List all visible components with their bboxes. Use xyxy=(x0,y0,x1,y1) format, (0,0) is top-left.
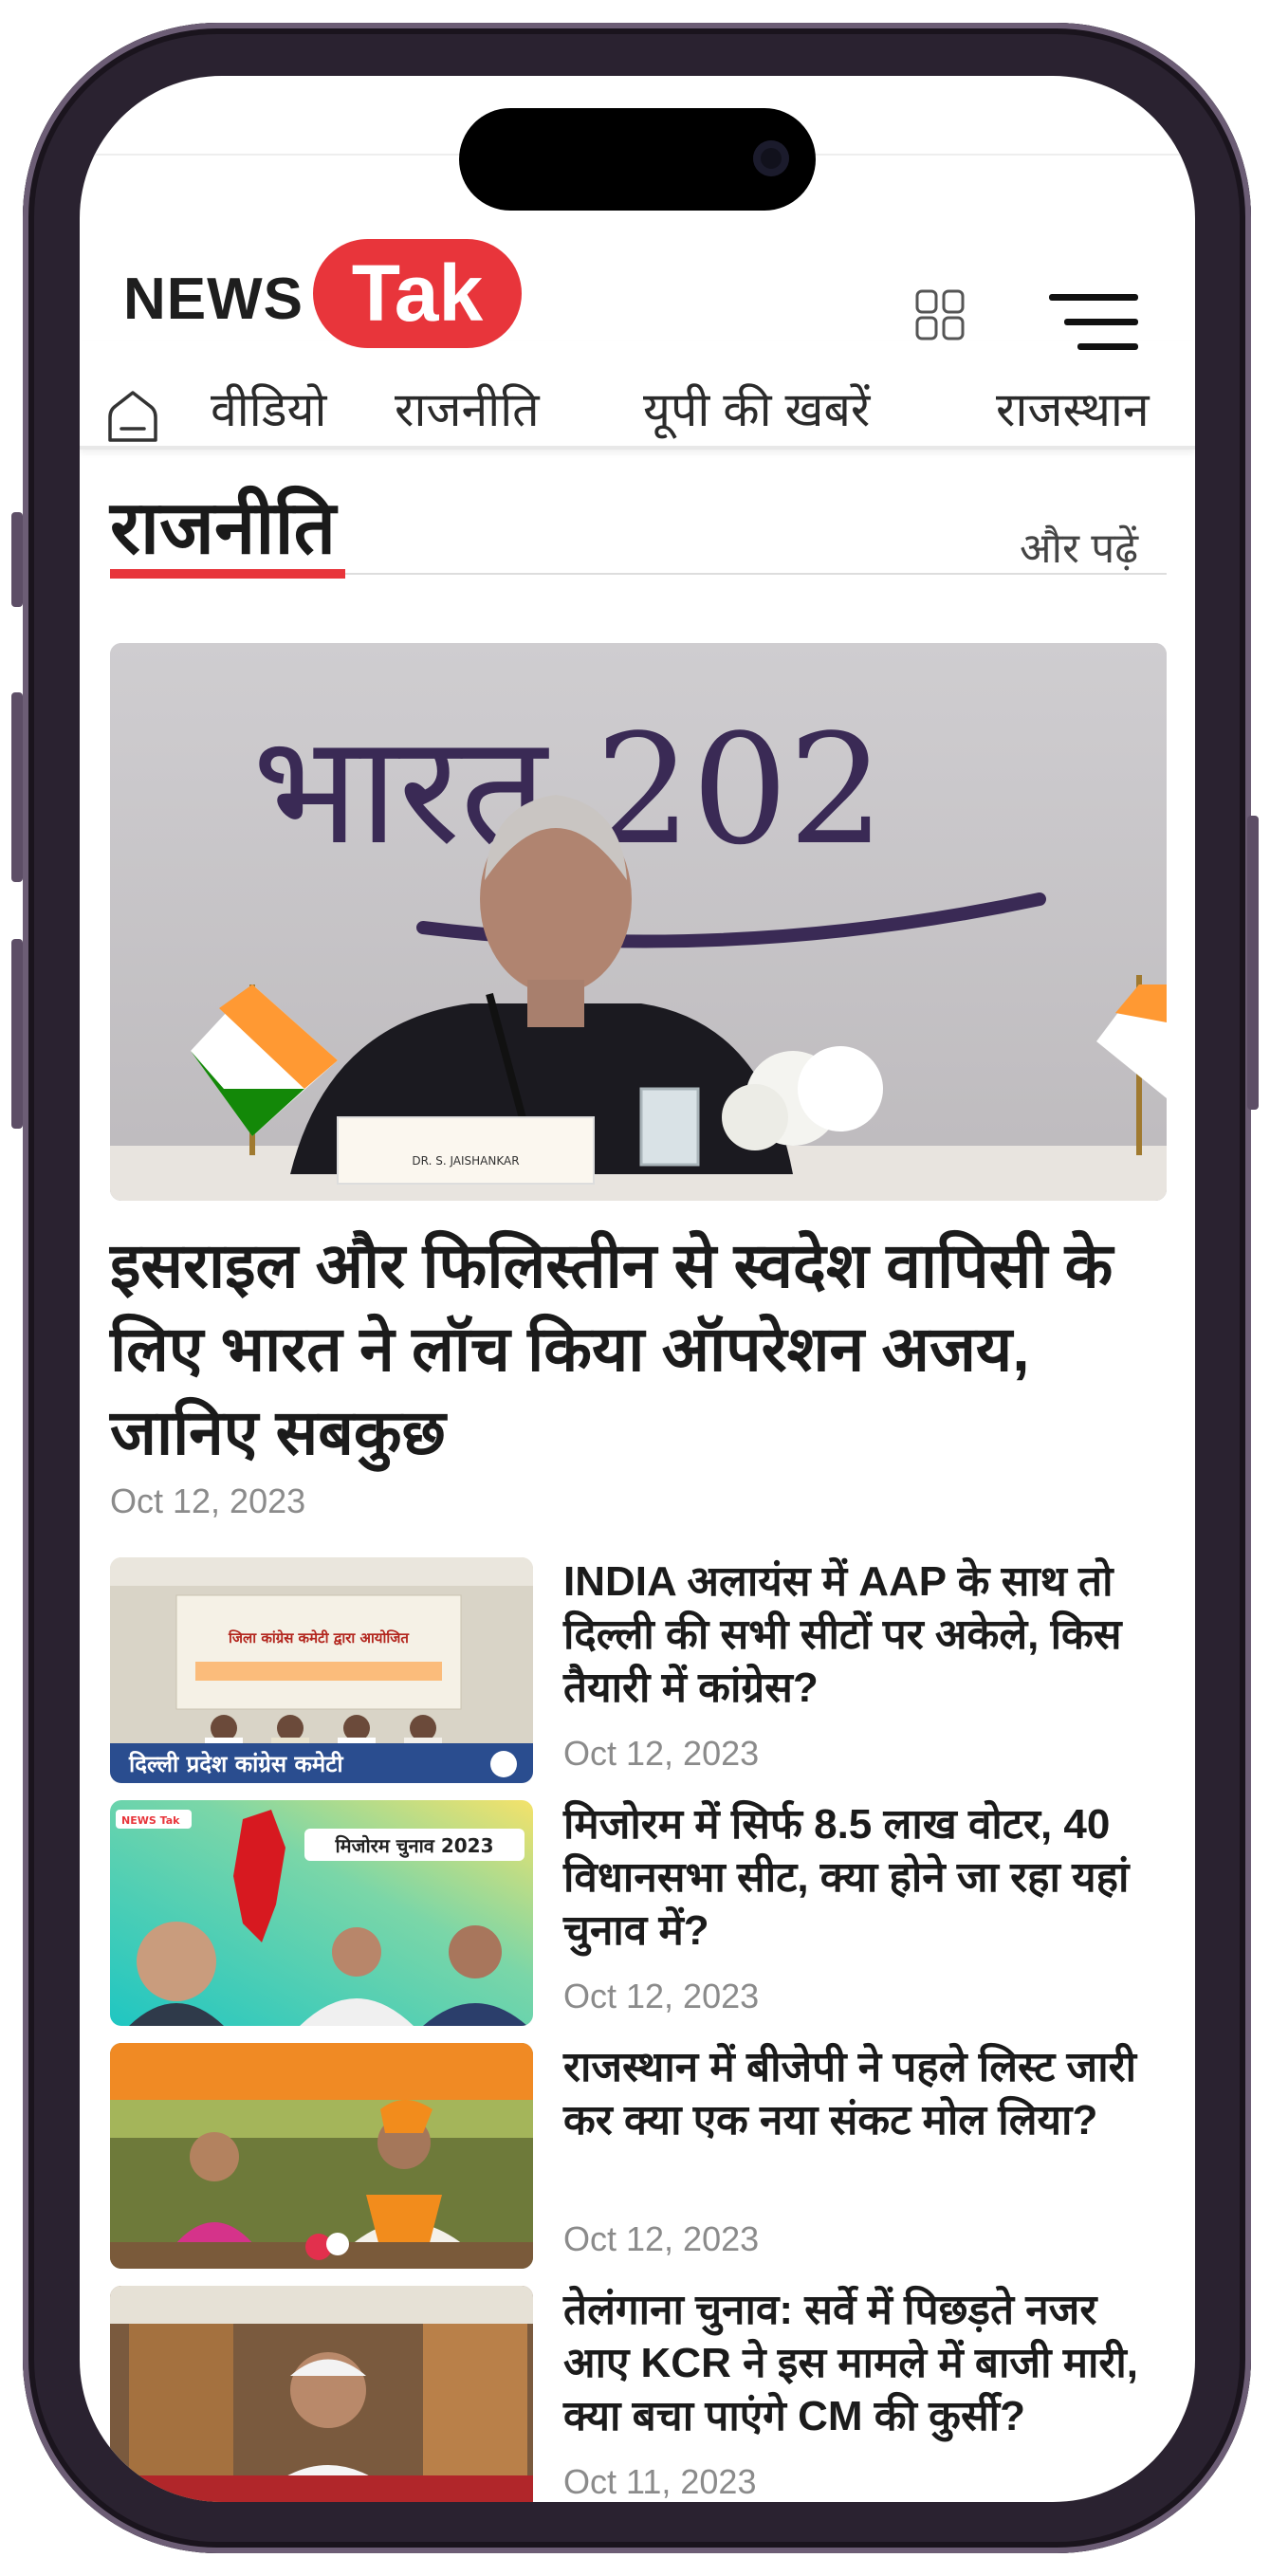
story-headline[interactable]: INDIA अलायंस में AAP के साथ तो दिल्ली की… xyxy=(563,1555,1170,1715)
thumb-banner-text: जिला कांग्रेस कमेटी द्वारा आयोजित xyxy=(228,1629,410,1647)
bjp-rally-photo xyxy=(110,2043,533,2269)
story-thumbnail[interactable]: जिला कांग्रेस कमेटी द्वारा आयोजित दिल्ली… xyxy=(110,1557,533,1783)
story-item[interactable]: NEWS Tak मिजोरम चुनाव 2023 मिजोरम में सि… xyxy=(110,1800,1167,2032)
grid-icon[interactable] xyxy=(914,288,967,341)
congress-press-photo: जिला कांग्रेस कमेटी द्वारा आयोजित दिल्ली… xyxy=(110,1557,533,1783)
section-title: राजनीति xyxy=(110,486,337,569)
logo-news-text: NEWS xyxy=(123,267,304,332)
story-headline[interactable]: तेलंगाना चुनाव: सर्वे में पिछड़ते नजर आए… xyxy=(563,2284,1170,2443)
phone-screen: NEWS Tak वीडियो राजनीति यूपी की खबरें रा… xyxy=(80,76,1195,2502)
nav-item-up-news[interactable]: यूपी की खबरें xyxy=(643,376,870,440)
story-date: Oct 11, 2023 xyxy=(563,2462,757,2501)
story-thumbnail[interactable]: NEWS Tak मिजोरम चुनाव 2023 xyxy=(110,1800,533,2026)
hero-photo: भारत 202 DR. S. JAISHANKAR xyxy=(110,643,1167,1201)
hero-nameplate-text: DR. S. JAISHANKAR xyxy=(412,1154,519,1168)
nav-item-rajasthan[interactable]: राजस्थान xyxy=(996,376,1150,440)
newstak-logo[interactable]: NEWS Tak xyxy=(123,239,531,348)
read-more-link[interactable]: और पढ़ें xyxy=(1020,518,1138,575)
dynamic-island xyxy=(459,108,816,211)
nav-item-video[interactable]: वीडियो xyxy=(211,376,326,440)
story-thumbnail[interactable] xyxy=(110,2043,533,2269)
logo-tak-text: Tak xyxy=(313,239,522,348)
category-nav: वीडियो राजनीति यूपी की खबरें राजस्थान xyxy=(80,341,1195,450)
mizoram-election-graphic: NEWS Tak मिजोरम चुनाव 2023 xyxy=(110,1800,533,2026)
thumb-caption-text: दिल्ली प्रदेश कांग्रेस कमेटी xyxy=(128,1751,343,1777)
kcr-photo xyxy=(110,2286,533,2502)
action-button xyxy=(11,512,23,607)
home-icon[interactable] xyxy=(104,389,161,446)
hero-date: Oct 12, 2023 xyxy=(110,1481,306,1520)
hero-headline[interactable]: इसराइल और फिलिस्तीन से स्वदेश वापिसी के … xyxy=(110,1224,1182,1474)
story-item[interactable]: राजस्थान में बीजेपी ने पहले लिस्ट जारी क… xyxy=(110,2043,1167,2274)
nav-item-politics[interactable]: राजनीति xyxy=(395,376,540,440)
story-item[interactable]: जिला कांग्रेस कमेटी द्वारा आयोजित दिल्ली… xyxy=(110,1557,1167,1789)
volume-down-button xyxy=(11,939,23,1129)
story-item[interactable]: तेलंगाना चुनाव: सर्वे में पिछड़ते नजर आए… xyxy=(110,2286,1167,2502)
hero-image[interactable]: भारत 202 DR. S. JAISHANKAR xyxy=(110,643,1167,1201)
story-thumbnail[interactable] xyxy=(110,2286,533,2502)
story-date: Oct 12, 2023 xyxy=(563,1734,760,1773)
volume-up-button xyxy=(11,692,23,882)
story-headline[interactable]: मिजोरम में सिर्फ 8.5 लाख वोटर, 40 विधानस… xyxy=(563,1798,1170,1958)
thumb-caption-text: मिजोरम चुनाव 2023 xyxy=(335,1834,494,1858)
section-header: राजनीति और पढ़ें xyxy=(110,474,1167,579)
story-date: Oct 12, 2023 xyxy=(563,2219,760,2258)
front-camera xyxy=(753,140,789,176)
section-underline xyxy=(110,569,345,579)
story-headline[interactable]: राजस्थान में बीजेपी ने पहले लिस्ट जारी क… xyxy=(563,2041,1170,2147)
thumb-brand-text: NEWS Tak xyxy=(121,1814,180,1827)
story-date: Oct 12, 2023 xyxy=(563,1977,760,2015)
power-button xyxy=(1247,816,1259,1110)
